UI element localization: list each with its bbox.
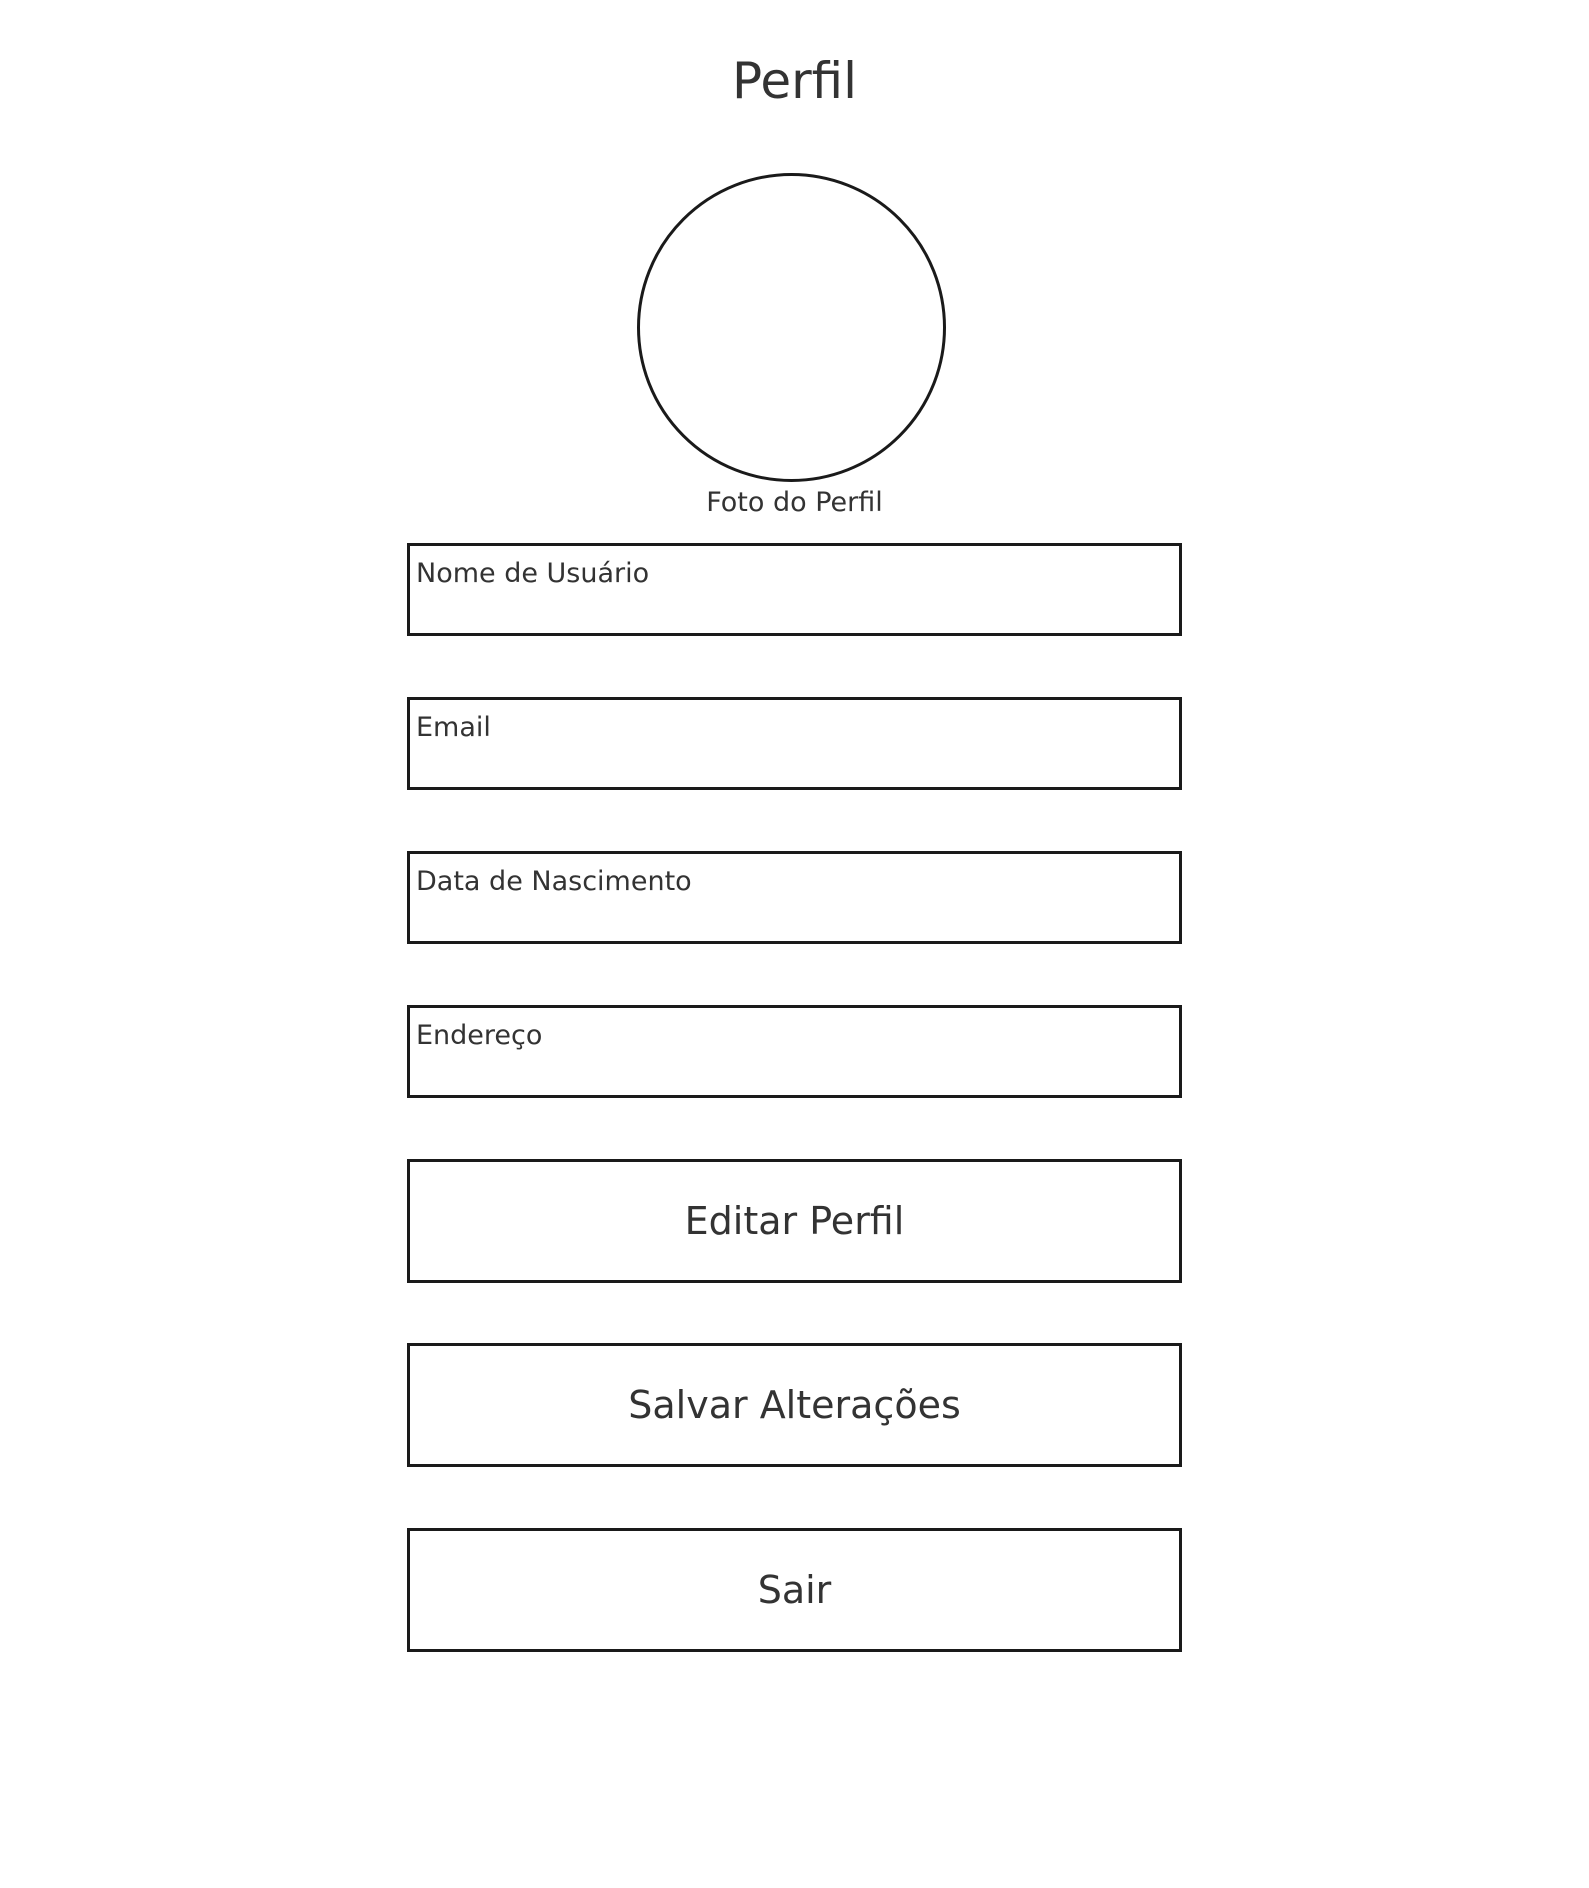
username-field[interactable]: Nome de Usuário — [407, 543, 1182, 636]
save-changes-button[interactable]: Salvar Alterações — [407, 1343, 1182, 1467]
email-field-label: Email — [416, 712, 491, 743]
avatar[interactable] — [637, 173, 946, 482]
address-field[interactable]: Endereço — [407, 1005, 1182, 1098]
page-title: Perfil — [731, 52, 858, 110]
birthdate-field-label: Data de Nascimento — [416, 866, 692, 897]
avatar-caption: Foto do Perfil — [706, 487, 883, 518]
birthdate-field[interactable]: Data de Nascimento — [407, 851, 1182, 944]
username-field-label: Nome de Usuário — [416, 558, 650, 589]
email-field[interactable]: Email — [407, 697, 1182, 790]
edit-profile-button[interactable]: Editar Perfil — [407, 1159, 1182, 1283]
logout-button[interactable]: Sair — [407, 1528, 1182, 1652]
address-field-label: Endereço — [416, 1020, 543, 1051]
